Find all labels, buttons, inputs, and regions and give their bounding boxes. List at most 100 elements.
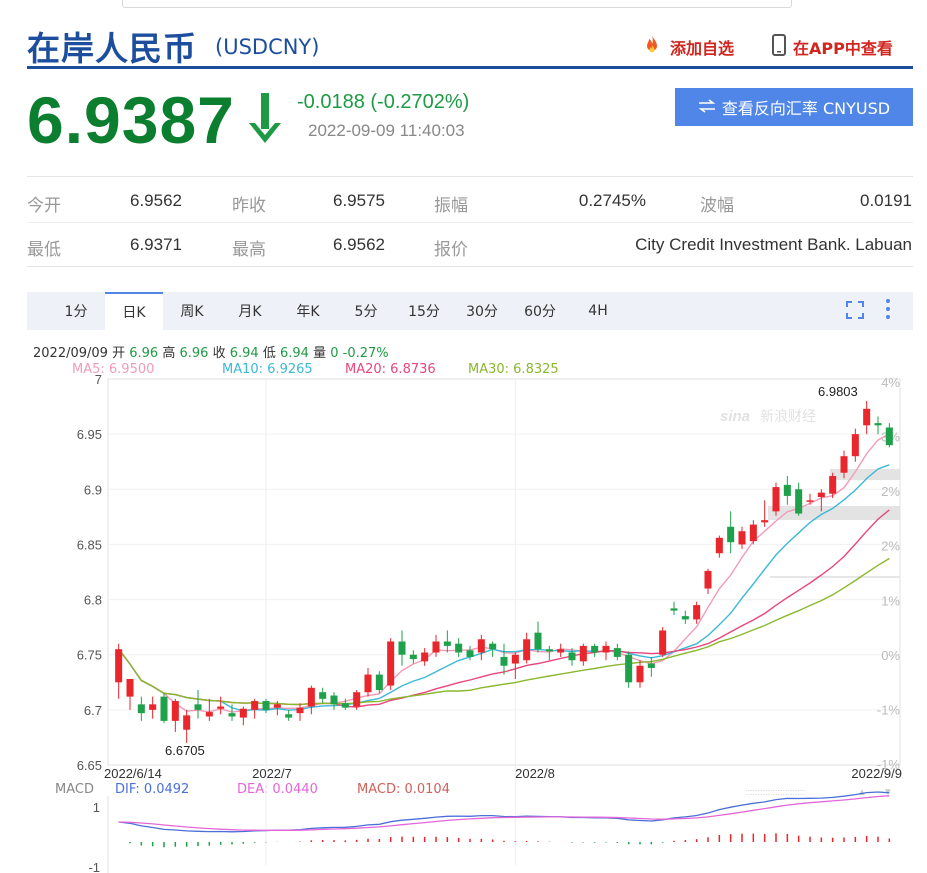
candle-body [489, 643, 497, 650]
ma30-line [118, 557, 890, 706]
x-tick-label: 2022/6/14 [104, 766, 162, 781]
candle-body [500, 656, 508, 666]
candle-body [353, 692, 361, 707]
stats-top-divider [27, 176, 913, 177]
percent-tick-label: 2% [881, 484, 900, 499]
candle-body [625, 654, 633, 683]
candle-body [885, 427, 893, 446]
y-tick-label: 6.75 [77, 648, 102, 663]
candle-body [194, 704, 202, 710]
stat-label-high: 最高 [232, 240, 266, 260]
ohlc-info-line: 2022/09/09 开 6.96 高 6.96 收 6.94 低 6.94 量… [33, 342, 389, 361]
percent-tick-label: 2% [881, 539, 900, 554]
candle-body [171, 701, 179, 721]
macd-y-tick: 1 [93, 800, 100, 815]
symbol-code: (USDCNY) [215, 35, 320, 59]
page-title: 在岸人民币 [27, 29, 197, 68]
candle-body [647, 663, 655, 668]
info-change-pct: -0.27% [342, 346, 389, 361]
tab-daily-k[interactable]: 日K [105, 292, 163, 330]
candle-body [217, 706, 225, 709]
chart-frame [107, 378, 901, 766]
stat-value-range: 0.0191 [860, 191, 912, 210]
candle-body [715, 537, 723, 554]
dif-line [118, 791, 890, 833]
view-in-app-button[interactable]: 在APP中查看 [771, 33, 893, 61]
candle-body [387, 641, 395, 686]
candle-body [477, 639, 485, 653]
y-tick-label: 6.95 [77, 427, 102, 442]
candle-body [341, 703, 349, 708]
candle-body [307, 687, 315, 707]
x-tick-label: 2022/7 [252, 766, 292, 781]
tab-15min[interactable]: 15分 [395, 292, 453, 330]
candle-body [806, 500, 814, 502]
candle-body [761, 520, 769, 523]
candle-body [239, 708, 247, 718]
down-arrow-icon [247, 91, 283, 152]
candle-body [398, 641, 406, 655]
candle-body [772, 487, 780, 512]
phone-icon [771, 33, 787, 61]
price-change: -0.0188 (-0.2702%) [297, 91, 470, 113]
tab-5min[interactable]: 5分 [337, 292, 395, 330]
watermark-text: 新浪财经 [760, 408, 816, 424]
add-watchlist-button[interactable]: 添加自选 [640, 33, 734, 61]
candle-body [670, 608, 678, 611]
y-tick-label: 6.9 [84, 482, 102, 497]
search-box-edge [122, 0, 792, 8]
candle-body [783, 484, 791, 496]
candle-body [511, 654, 519, 664]
more-options-icon[interactable] [884, 298, 892, 325]
candle-body [455, 643, 463, 653]
candle-body [704, 570, 712, 589]
reverse-rate-button[interactable]: 查看反向汇率 CNYUSD [675, 88, 913, 126]
y-tick-label: 6.85 [77, 537, 102, 552]
candle-body [557, 649, 565, 653]
candlestick-chart[interactable]: 76.956.96.856.86.756.76.65 4%3%2%2%1%0%-… [0, 375, 927, 873]
stat-label-range: 波幅 [700, 196, 734, 216]
candle-body [613, 648, 621, 657]
candle-body [443, 641, 451, 646]
candle-body [466, 650, 474, 657]
candle-body [183, 715, 191, 730]
x-axis: 2022/6/14 2022/7 2022/8 2022/9/9 [104, 766, 902, 781]
candle-body [545, 649, 553, 652]
stat-value-quoter: City Credit Investment Bank. Labuan [635, 235, 912, 254]
quote-time: 2022-09-09 11:40:03 [308, 121, 465, 140]
tab-weekly-k[interactable]: 周K [163, 292, 221, 330]
info-close: 6.94 [229, 346, 259, 361]
candle-body [319, 692, 327, 699]
candle-body [273, 704, 281, 708]
tab-1min[interactable]: 1分 [47, 292, 105, 330]
stat-label-open: 今开 [27, 196, 61, 216]
fullscreen-icon[interactable] [845, 300, 865, 325]
candle-body [421, 652, 429, 662]
tab-monthly-k[interactable]: 月K [221, 292, 279, 330]
tab-30min[interactable]: 30分 [453, 292, 511, 330]
dea-line [118, 795, 890, 831]
candle-body [115, 649, 123, 683]
macd-dots: :::::::::::::::::::::::: [745, 787, 805, 797]
reverse-rate-label: 查看反向汇率 CNYUSD [721, 99, 891, 118]
candle-body [681, 616, 689, 620]
candle-body [840, 456, 848, 473]
candle-body [817, 492, 825, 498]
info-high-label: 高 [162, 346, 176, 361]
stat-value-open: 6.9562 [130, 191, 182, 210]
tab-4h[interactable]: 4H [569, 292, 627, 330]
stat-value-high: 6.9562 [333, 235, 385, 254]
info-date: 2022/09/09 [33, 346, 108, 361]
candle-body [523, 639, 531, 661]
candle-body [659, 630, 667, 655]
percent-tick-label: 1% [881, 593, 900, 608]
candle-body [738, 531, 746, 545]
candle-body [636, 665, 644, 683]
info-low: 6.94 [279, 346, 309, 361]
macd-panel: 1-1:::::::::::::::::::::::: ▲ ▼ [88, 787, 893, 873]
y-tick-label: 6.65 [77, 758, 102, 773]
tab-60min[interactable]: 60分 [511, 292, 569, 330]
swap-icon [698, 98, 716, 117]
flame-icon [640, 33, 664, 61]
tab-yearly-k[interactable]: 年K [279, 292, 337, 330]
